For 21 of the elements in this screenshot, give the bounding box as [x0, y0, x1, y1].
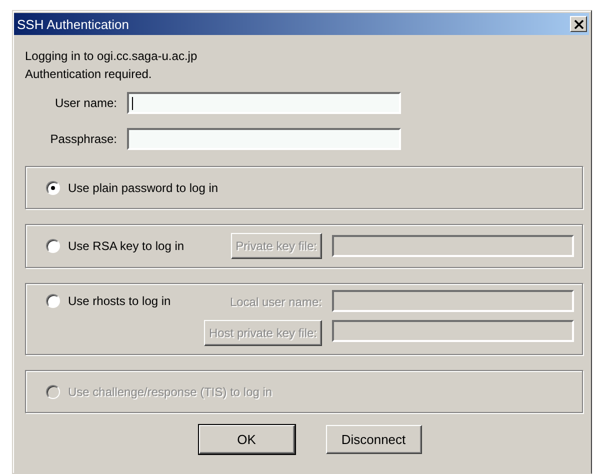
close-button[interactable]	[570, 16, 587, 32]
status-message: Authentication required.	[25, 67, 153, 82]
field-label: User name:	[54, 96, 117, 110]
field-label: Local user name:	[230, 294, 322, 311]
field-label: Passphrase:	[49, 132, 117, 146]
input-field[interactable]	[127, 128, 401, 150]
status-message: Logging in to ogi.cc.saga-u.ac.jp	[25, 49, 198, 64]
close-icon	[574, 20, 584, 28]
radio-label[interactable]: Use rhosts to log in	[68, 294, 171, 308]
radio-label[interactable]: Use RSA key to log in	[68, 239, 184, 253]
radio-button[interactable]	[46, 294, 60, 308]
radio-label[interactable]: Use plain password to log in	[68, 180, 218, 194]
input-field[interactable]	[332, 290, 574, 312]
dialog-button[interactable]: Disconnect	[326, 425, 422, 454]
radio-button[interactable]	[46, 239, 60, 253]
input-field[interactable]	[332, 320, 574, 342]
input-field[interactable]	[127, 92, 401, 114]
dialog-button[interactable]: OK	[198, 425, 294, 454]
radio-button[interactable]	[46, 180, 60, 194]
window-title: SSH Authentication	[17, 16, 130, 32]
input-field[interactable]	[332, 235, 574, 257]
